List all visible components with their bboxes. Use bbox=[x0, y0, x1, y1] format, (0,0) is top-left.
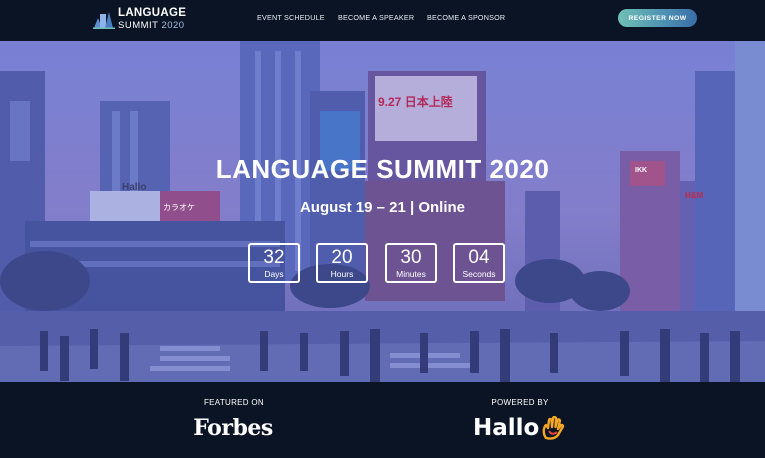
featured-on-label: FEATURED ON bbox=[203, 398, 265, 407]
nav-link-event-schedule[interactable]: EVENT SCHEDULE bbox=[257, 13, 325, 22]
register-now-button[interactable]: REGISTER NOW bbox=[618, 9, 697, 27]
countdown-days-value: 32 bbox=[263, 247, 285, 268]
powered-by-label: POWERED BY bbox=[491, 398, 549, 407]
hallo-logo-text: Hallo bbox=[473, 415, 540, 441]
partners-strip: FEATURED ON Forbes POWERED BY Hallo bbox=[0, 382, 765, 458]
event-date: August 19 – 21 | Online bbox=[299, 199, 466, 216]
countdown-seconds-label: Seconds bbox=[462, 269, 496, 279]
countdown-minutes: 30 Minutes bbox=[385, 243, 437, 283]
city-buildings-icon bbox=[93, 12, 115, 29]
logo-year: 2020 bbox=[161, 19, 185, 31]
countdown-hours-label: Hours bbox=[330, 269, 354, 279]
waving-hand-icon bbox=[542, 416, 565, 440]
forbes-logo[interactable]: Forbes bbox=[183, 415, 283, 441]
top-navbar: LANGUAGE SUMMIT 2020 EVENT SCHEDULE BECO… bbox=[0, 0, 765, 40]
countdown-days: 32 Days bbox=[248, 243, 300, 283]
logo-line1: LANGUAGE bbox=[118, 7, 187, 19]
hero-banner: 9.27 日本上陸 Hallo カラオケ H&M IKK LANGUAGE SU… bbox=[0, 41, 765, 382]
hero-title: LANGUAGE SUMMIT 2020 bbox=[215, 154, 550, 184]
nav-link-become-speaker[interactable]: BECOME A SPEAKER bbox=[338, 13, 414, 22]
site-logo[interactable]: LANGUAGE SUMMIT 2020 bbox=[93, 7, 186, 31]
billboard-sign: 9.27 日本上陸 bbox=[378, 95, 453, 109]
logo-line2: SUMMIT 2020 bbox=[118, 19, 186, 31]
countdown-days-label: Days bbox=[264, 269, 284, 279]
countdown-minutes-label: Minutes bbox=[396, 269, 426, 279]
hallo-logo[interactable]: Hallo bbox=[473, 415, 566, 441]
nav-link-become-sponsor[interactable]: BECOME A SPONSOR bbox=[427, 13, 505, 22]
countdown-minutes-value: 30 bbox=[400, 247, 422, 268]
countdown-seconds: 04 Seconds bbox=[453, 243, 505, 283]
countdown-seconds-value: 04 bbox=[468, 247, 490, 268]
countdown-hours: 20 Hours bbox=[316, 243, 368, 283]
countdown-hours-value: 20 bbox=[331, 247, 353, 268]
logo-summit: SUMMIT bbox=[118, 19, 159, 31]
